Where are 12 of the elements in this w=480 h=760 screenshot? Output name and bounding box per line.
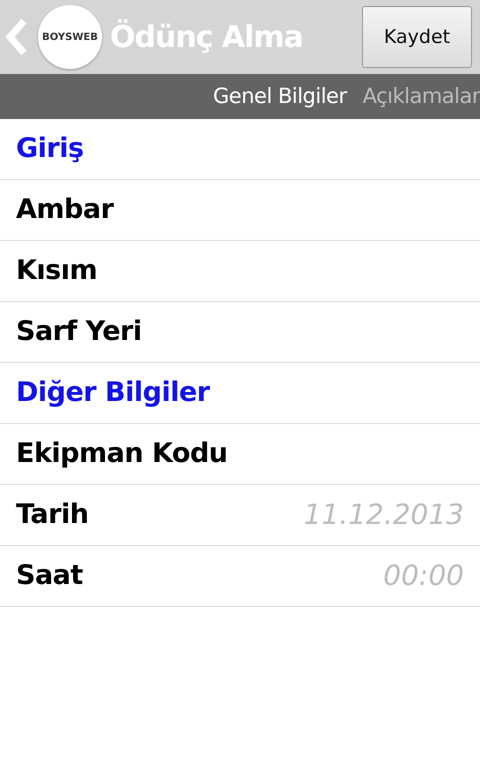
field-label: Kısım — [16, 254, 98, 288]
section-heading: Diğer Bilgiler — [16, 376, 210, 410]
tab[interactable]: Açıklamalar — [354, 80, 480, 112]
field-label: Tarih — [16, 498, 88, 532]
field-label: Saat — [16, 558, 83, 593]
field-label: Ekipman Kodu — [16, 436, 228, 471]
section-heading: Giriş — [16, 132, 84, 166]
logo: BOYSWEB — [38, 5, 102, 69]
field-label: Sarf Yeri — [16, 314, 142, 349]
save-button[interactable]: Kaydet — [362, 6, 472, 68]
tab[interactable]: Genel Bilgiler — [205, 80, 355, 112]
field-label: Ambar — [16, 192, 114, 227]
